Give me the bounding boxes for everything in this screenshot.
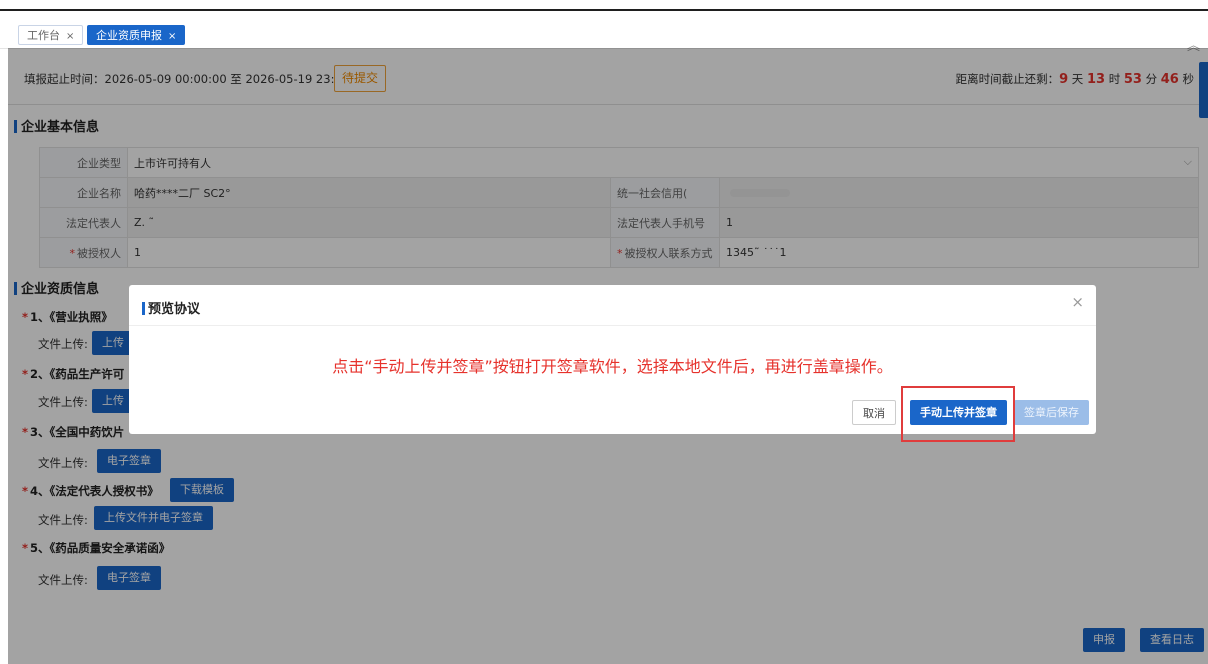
close-icon[interactable]: × — [1071, 293, 1084, 311]
save-after-sign-button[interactable]: 签章后保存 — [1014, 400, 1089, 425]
window-top-bar — [0, 0, 1208, 11]
dialog-message: 点击“手动上传并签章”按钮打开签章软件，选择本地文件后，再进行盖章操作。 — [332, 357, 893, 376]
tab-bar: 工作台 × 企业资质申报 × ︽ — [0, 11, 1208, 54]
tab-label: 工作台 — [27, 29, 60, 42]
tab-qualification-declaration[interactable]: 企业资质申报 × — [87, 25, 186, 45]
dialog-title: 预览协议 — [142, 298, 200, 317]
dialog-divider — [129, 325, 1096, 326]
close-icon[interactable]: × — [66, 31, 74, 42]
highlight-box — [901, 386, 1015, 442]
cancel-button[interactable]: 取消 — [852, 400, 896, 425]
tab-label: 企业资质申报 — [96, 29, 162, 42]
tab-workbench[interactable]: 工作台 × — [18, 25, 84, 45]
close-icon[interactable]: × — [168, 31, 176, 42]
